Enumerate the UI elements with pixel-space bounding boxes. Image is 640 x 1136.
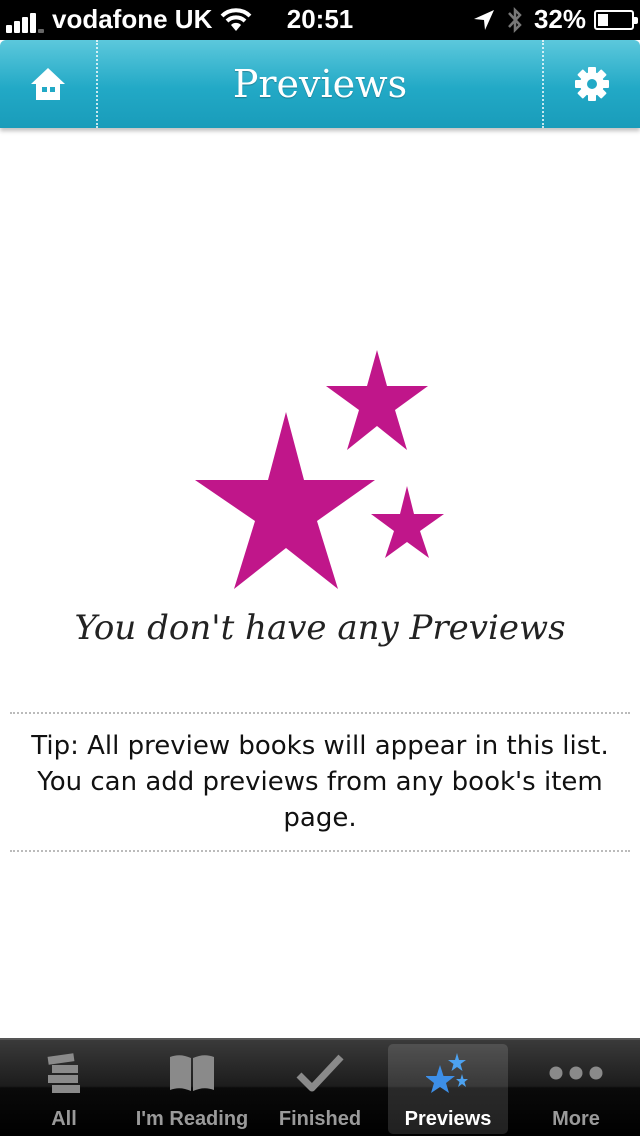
stars-icon [426, 1053, 468, 1093]
small-star [371, 486, 444, 558]
tab-finished[interactable]: Finished [256, 1040, 384, 1136]
open-book-icon [170, 1055, 214, 1091]
tab-bar: All I'm Reading Finished Previews More [0, 1038, 640, 1136]
tab-label: Previews [404, 1108, 492, 1130]
tab-label: More [552, 1108, 600, 1130]
tab-previews[interactable]: Previews [384, 1040, 512, 1136]
stars-icon [195, 350, 444, 589]
bluetooth-icon [508, 6, 522, 33]
top-star [326, 350, 428, 450]
battery-icon [594, 9, 638, 30]
page-title: Previews [232, 62, 408, 106]
battery-percentage: 32% [533, 4, 586, 34]
books-stack-icon [47, 1053, 80, 1093]
large-star [195, 412, 375, 589]
empty-state-message: You don't have any Previews [74, 608, 566, 648]
tab-im-reading[interactable]: I'm Reading [128, 1040, 256, 1136]
tab-label: All [51, 1108, 77, 1130]
tab-all[interactable]: All [0, 1040, 128, 1136]
nav-bar: Previews [0, 40, 640, 128]
home-icon [31, 68, 65, 100]
more-dots-icon [549, 1066, 603, 1080]
checkmark-icon [296, 1054, 344, 1092]
home-button[interactable] [0, 40, 98, 128]
tab-label: I'm Reading [135, 1108, 249, 1130]
divider-top [10, 712, 630, 714]
tip-text: Tip: All preview books will appear in th… [31, 731, 609, 833]
status-right: 32% [472, 4, 638, 35]
tab-label: Finished [278, 1108, 362, 1130]
settings-button[interactable] [542, 40, 640, 128]
location-arrow-icon [473, 9, 494, 30]
divider-bottom [10, 850, 630, 852]
tab-more[interactable]: More [512, 1040, 640, 1136]
status-bar: vodafone UK 20:51 32% [0, 0, 640, 40]
gear-icon [575, 67, 609, 101]
